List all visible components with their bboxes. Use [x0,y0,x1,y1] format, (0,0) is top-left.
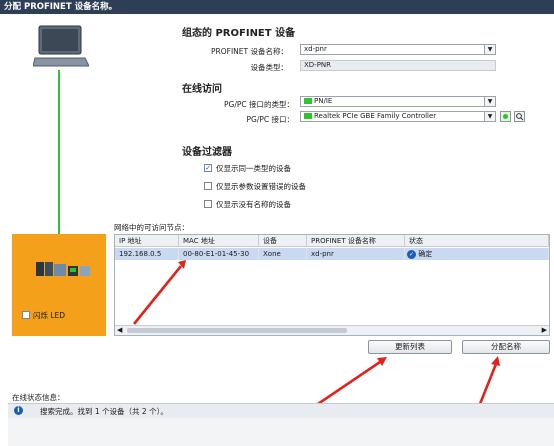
scroll-left-icon[interactable]: ◀ [117,326,122,335]
assign-name-button[interactable]: 分配名称 [462,340,550,354]
chevron-down-icon[interactable]: ▼ [484,112,495,121]
iface-type-select[interactable]: PN/IE ▼ [300,96,496,107]
cell-mac: 00-80-E1-01-45-30 [179,248,259,260]
filter-bad-params-label: 仅显示参数设置错误的设备 [216,182,306,191]
status-bar: i 搜索完成。找到 1 个设备（共 2 个）。 [8,403,554,418]
refresh-list-button[interactable]: 更新列表 [368,340,452,354]
online-heading: 在线访问 [182,84,222,95]
device-icon [34,260,92,278]
flash-led-label: 闪烁 LED [33,311,66,320]
filter-same-type-checkbox[interactable]: ✓ [204,164,212,172]
cell-device: Xone [259,248,307,260]
info-icon: i [14,406,23,415]
pc-icon [32,24,90,70]
cell-status: ✓ 确定 [405,248,549,260]
filter-same-type-label: 仅显示同一类型的设备 [216,164,291,173]
chevron-down-icon[interactable]: ▼ [484,45,495,54]
properties-icon[interactable] [500,111,511,122]
device-panel: 闪烁 LED [12,234,106,336]
nodes-caption: 网络中的可访问节点： [114,223,189,232]
iface-type-label: PG/PC 接口的类型： [223,100,294,109]
network-icon [304,98,312,104]
status-area-bottom [8,418,554,446]
table-row[interactable]: 192.168.0.5 00-80-E1-01-45-30 Xone xd-pn… [115,248,549,260]
arrow-to-assign [478,356,500,405]
arrow-to-refresh [311,357,387,410]
scroll-right-icon[interactable]: ▶ [542,326,547,335]
iface-type-value: PN/IE [314,97,333,105]
device-type-value: XD-PNR [304,61,332,69]
nodes-table: IP 地址 MAC 地址 设备 PROFINET 设备名称 状态 192.168… [114,234,550,336]
iface-label: PG/PC 接口： [246,115,294,124]
status-label: 在线状态信息： [12,393,65,402]
config-heading: 组态的 PROFINET 设备 [182,28,296,39]
chevron-down-icon[interactable]: ▼ [484,97,495,106]
iface-select[interactable]: Realtek PCIe GBE Family Controller ▼ [300,111,496,122]
column-header-status[interactable]: 状态 [405,235,549,247]
filter-bad-params-checkbox[interactable] [204,182,212,190]
ok-icon: ✓ [407,249,416,259]
device-name-label: PROFINET 设备名称： [211,47,288,56]
flash-led-checkbox[interactable] [22,311,30,319]
iface-value: Realtek PCIe GBE Family Controller [314,112,437,120]
filter-no-name-label: 仅显示没有名称的设备 [216,200,291,209]
device-name-value: xd-pnr [304,45,327,53]
status-message: 搜索完成。找到 1 个设备（共 2 个）。 [40,407,168,416]
cell-name: xd-pnr [307,248,405,260]
device-name-input[interactable]: xd-pnr ▼ [300,44,496,55]
column-header-ip[interactable]: IP 地址 [115,235,179,247]
window-title: 分配 PROFINET 设备名称。 [0,0,554,14]
device-type-label: 设备类型： [250,63,289,72]
column-header-device[interactable]: 设备 [259,235,307,247]
cell-ip: 192.168.0.5 [115,248,179,260]
search-icon[interactable] [514,111,525,122]
cell-status-text: 确定 [418,250,433,258]
column-header-name[interactable]: PROFINET 设备名称 [307,235,405,247]
table-scrollbar[interactable]: ◀ ▶ [115,325,549,335]
filter-no-name-checkbox[interactable] [204,200,212,208]
device-type-field: XD-PNR [300,60,496,71]
filter-heading: 设备过滤器 [182,147,232,158]
scroll-thumb[interactable] [127,328,347,333]
nic-icon [304,113,312,119]
column-header-mac[interactable]: MAC 地址 [179,235,259,247]
